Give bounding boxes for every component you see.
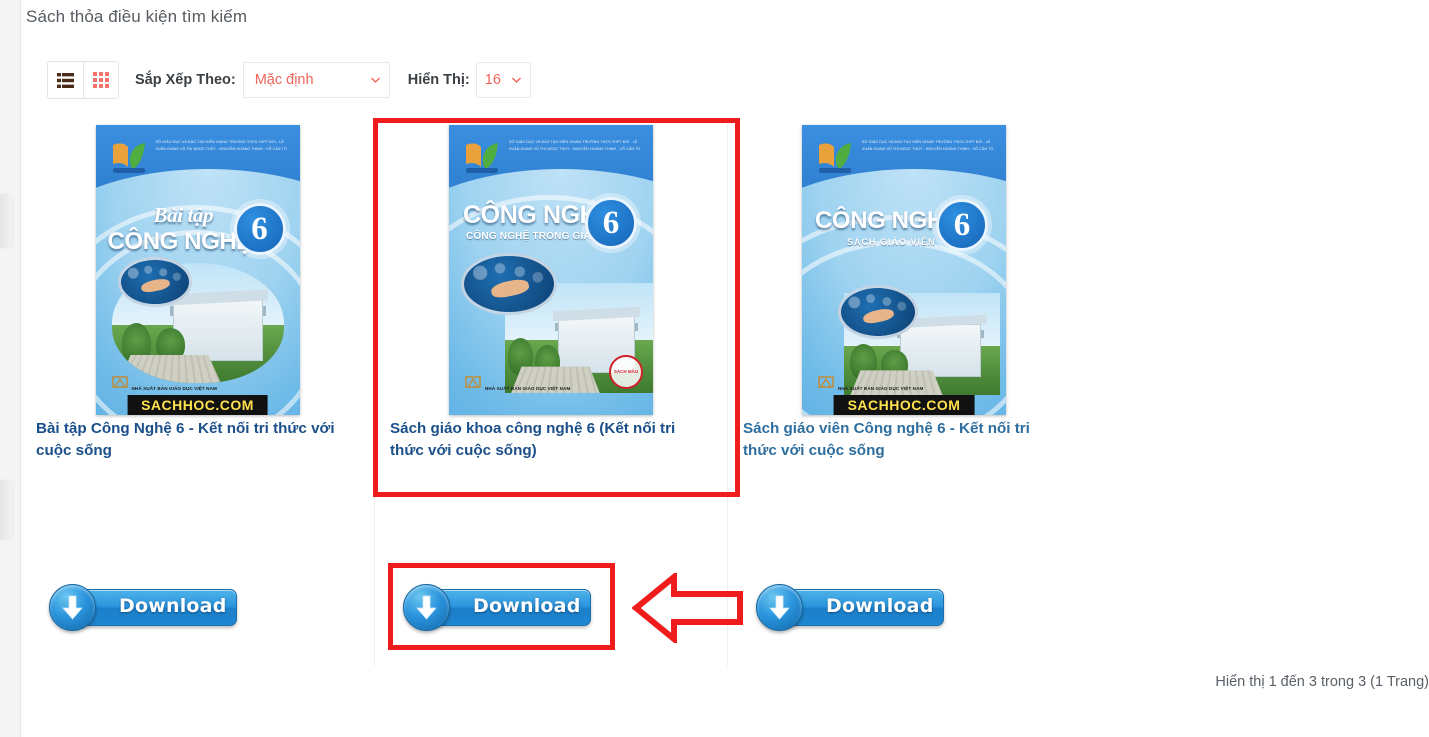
cover-grade-badge: 6: [936, 199, 988, 251]
page-title: Sách thỏa điều kiện tìm kiếm: [26, 7, 248, 26]
book-cover-art: SỞ GIÁO DỤC VÀ ĐÀO TẠO KIÊN GIANG TRƯỜNG…: [95, 125, 300, 415]
download-arrow-icon: [769, 595, 790, 620]
product-title-link[interactable]: Bài tập Công Nghệ 6 - Kết nối tri thức v…: [35, 418, 360, 462]
download-button[interactable]: Download: [756, 584, 944, 631]
download-button-label: Download: [826, 595, 934, 617]
publisher-logo-icon: [112, 143, 145, 173]
download-button-label: Download: [119, 595, 227, 617]
cover-line-2: CÔNG NGHỆ: [107, 228, 253, 255]
chevron-down-icon: [370, 77, 380, 83]
sort-by-label: Sắp Xếp Theo:: [135, 72, 236, 88]
cover-line-2: SÁCH GIÁO VIÊN: [847, 237, 936, 247]
cover-grade-badge: 6: [585, 197, 637, 249]
results-toolbar: Sắp Xếp Theo: Mặc định Hiển Thị: 16: [47, 61, 531, 99]
view-mode-group: [47, 61, 119, 99]
show-limit-label: Hiển Thị:: [407, 72, 470, 88]
publisher-mark-icon: [111, 376, 128, 388]
download-button[interactable]: Download: [403, 584, 591, 631]
cover-grade-badge: 6: [233, 203, 286, 255]
left-edge-tab-upper[interactable]: [0, 195, 12, 247]
book-cover-art: SỞ GIÁO DỤC VÀ ĐÀO TẠO KIÊN GIANG TRƯỜNG…: [802, 125, 1006, 415]
sort-by-value: Mặc định: [254, 72, 314, 88]
product-title-link[interactable]: Sách giáo viên Công nghệ 6 - Kết nối tri…: [742, 418, 1066, 462]
show-limit-select[interactable]: 16: [475, 62, 531, 98]
sort-by-select[interactable]: Mặc định: [242, 62, 390, 98]
left-edge-tab-lower[interactable]: [0, 481, 12, 539]
publisher-mark-icon: [818, 376, 834, 388]
product-title-link[interactable]: Sách giáo khoa công nghệ 6 (Kết nối tri …: [389, 418, 713, 462]
cover-publisher: NHÀ XUẤT BẢN GIÁO DỤC VIỆT NAM: [465, 375, 570, 391]
download-arrow-icon: [416, 595, 437, 620]
chevron-down-icon: [511, 77, 521, 83]
cover-credits: SỞ GIÁO DỤC VÀ ĐÀO TẠO KIÊN GIANG TRƯỜNG…: [862, 140, 994, 151]
download-button-label: Download: [473, 595, 581, 617]
product-image-link[interactable]: SỞ GIÁO DỤC VÀ ĐÀO TẠO KIÊN GIANG TRƯỜNG…: [35, 118, 360, 418]
download-row: Download Download Download: [21, 548, 1429, 666]
cover-seal-badge: SÁCH MẪU: [609, 355, 643, 389]
product-card: SỞ GIÁO DỤC VÀ ĐÀO TẠO KIÊN GIANG TRƯỜNG…: [21, 118, 374, 548]
publisher-logo-icon: [819, 143, 851, 173]
publisher-mark-icon: [465, 376, 481, 388]
left-gutter: [0, 0, 21, 737]
product-image-link[interactable]: SỞ GIÁO DỤC VÀ ĐÀO TẠO KIÊN GIANG TRƯỜNG…: [389, 118, 713, 418]
cover-line-1: Bài tập: [153, 203, 214, 227]
grid-view-button[interactable]: [83, 62, 118, 98]
cover-credits: SỞ GIÁO DỤC VÀ ĐÀO TẠO KIÊN GIANG TRƯỜNG…: [509, 140, 641, 151]
show-limit-value: 16: [484, 72, 501, 88]
cover-publisher-text: NHÀ XUẤT BẢN GIÁO DỤC VIỆT NAM: [838, 386, 924, 391]
product-card: SỞ GIÁO DỤC VÀ ĐÀO TẠO KIÊN GIANG TRƯỜNG…: [374, 118, 727, 548]
download-arrow-icon: [62, 595, 83, 620]
cover-publisher-text: NHÀ XUẤT BẢN GIÁO DỤC VIỆT NAM: [485, 386, 571, 391]
list-view-icon: [57, 72, 74, 88]
download-cell: Download: [727, 548, 1080, 666]
cover-watermark: SACHHOC.COM: [127, 395, 268, 415]
grid-view-icon: [93, 72, 109, 88]
download-button[interactable]: Download: [49, 584, 237, 631]
download-cell: Download: [21, 548, 374, 666]
list-view-button[interactable]: [48, 62, 83, 98]
cover-publisher: NHÀ XUẤT BẢN GIÁO DỤC VIỆT NAM: [111, 375, 217, 391]
cover-publisher: NHÀ XUẤT BẢN GIÁO DỤC VIỆT NAM: [818, 375, 923, 391]
book-cover-art: SỞ GIÁO DỤC VÀ ĐÀO TẠO KIÊN GIANG TRƯỜNG…: [449, 125, 653, 415]
publisher-logo-icon: [466, 143, 498, 173]
product-image-link[interactable]: SỞ GIÁO DỤC VÀ ĐÀO TẠO KIÊN GIANG TRƯỜNG…: [742, 118, 1066, 418]
cover-credits: SỞ GIÁO DỤC VÀ ĐÀO TẠO KIÊN GIANG TRƯỜNG…: [155, 140, 288, 151]
product-card: SỞ GIÁO DỤC VÀ ĐÀO TẠO KIÊN GIANG TRƯỜNG…: [727, 118, 1080, 548]
cover-publisher-text: NHÀ XUẤT BẢN GIÁO DỤC VIỆT NAM: [131, 386, 217, 391]
download-cell: Download: [374, 548, 727, 666]
product-grid: SỞ GIÁO DỤC VÀ ĐÀO TẠO KIÊN GIANG TRƯỜNG…: [21, 118, 1429, 548]
results-count-text: Hiển thị 1 đến 3 trong 3 (1 Trang): [1215, 674, 1429, 690]
cover-watermark: SACHHOC.COM: [833, 395, 975, 415]
search-results-page: Sách thỏa điều kiện tìm kiếm Sắp Xếp The…: [0, 0, 1429, 737]
